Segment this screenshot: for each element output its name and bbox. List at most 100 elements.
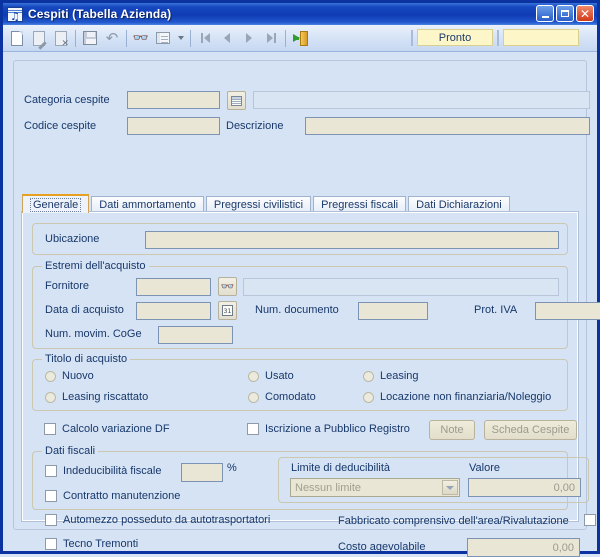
find-icon[interactable]: 👓: [130, 27, 152, 49]
costo-agevolabile-input[interactable]: 0,00: [467, 538, 580, 557]
first-record-icon[interactable]: [194, 27, 216, 49]
tab-dati-dichiarazioni[interactable]: Dati Dichiarazioni: [408, 196, 510, 213]
radio-locazione-noleggio[interactable]: Locazione non finanziaria/Noleggio: [363, 391, 551, 403]
previous-record-icon[interactable]: [216, 27, 238, 49]
status-ready-field: Pronto: [417, 29, 493, 46]
tab-pregressi-civilistici-label: Pregressi civilistici: [213, 199, 304, 211]
checkbox-contratto-manutenzione-indicator: [45, 490, 57, 502]
radio-locazione-noleggio-indicator: [363, 391, 374, 403]
estremi-acquisto-title: Estremi dell'acquisto: [42, 260, 149, 272]
num-documento-label: Num. documento: [255, 304, 339, 316]
num-movim-coge-label: Num. movim. CoGe: [45, 328, 142, 340]
codice-cespite-label: Codice cespite: [24, 120, 97, 132]
checkbox-contratto-manutenzione-label: Contratto manutenzione: [63, 490, 181, 502]
checkbox-calcolo-variazione-df[interactable]: Calcolo variazione DF: [44, 423, 170, 435]
checkbox-iscrizione-pubblico-registro[interactable]: Iscrizione a Pubblico Registro: [247, 423, 410, 435]
percent-symbol: %: [227, 462, 237, 474]
limite-deducibilita-label: Limite di deducibilità: [291, 462, 391, 474]
radio-usato-indicator: [248, 370, 259, 382]
grid-lookup-icon: [231, 95, 242, 106]
ubicazione-input[interactable]: [145, 231, 559, 249]
radio-locazione-noleggio-label: Locazione non finanziaria/Noleggio: [380, 391, 552, 403]
binoculars-icon: 👓: [220, 280, 235, 293]
categoria-lookup-button[interactable]: [227, 91, 246, 110]
costo-agevolabile-label: Costo agevolabile: [338, 541, 426, 553]
checkbox-calcolo-variazione-df-label: Calcolo variazione DF: [62, 423, 170, 435]
fornitore-lookup-button[interactable]: 👓: [218, 277, 237, 296]
tab-dati-ammortamento-label: Dati ammortamento: [99, 199, 196, 211]
data-acquisto-input[interactable]: [136, 302, 211, 320]
num-movim-coge-input[interactable]: [158, 326, 233, 344]
edit-document-icon[interactable]: [28, 27, 50, 49]
undo-icon[interactable]: ↶: [101, 27, 123, 49]
num-documento-input[interactable]: [358, 302, 428, 320]
tab-dati-ammortamento[interactable]: Dati ammortamento: [91, 196, 204, 213]
radio-nuovo[interactable]: Nuovo: [45, 370, 94, 382]
tab-generale[interactable]: Generale: [22, 194, 90, 213]
table-music-icon: ♫: [7, 6, 23, 22]
close-button[interactable]: ✕: [576, 5, 594, 22]
exit-icon[interactable]: [289, 27, 311, 49]
checkbox-contratto-manutenzione[interactable]: Contratto manutenzione: [45, 490, 180, 502]
minimize-button[interactable]: [536, 5, 554, 22]
form-panel: Categoria cespite Codice cespite Descriz…: [13, 60, 600, 557]
radio-comodato[interactable]: Comodato: [248, 391, 316, 403]
new-document-icon[interactable]: [6, 27, 28, 49]
status-separator: [411, 29, 413, 46]
radio-leasing-riscattato-indicator: [45, 391, 56, 403]
radio-leasing-label: Leasing: [380, 370, 419, 382]
tab-pregressi-civilistici[interactable]: Pregressi civilistici: [205, 196, 312, 213]
maximize-button[interactable]: [556, 5, 574, 22]
descrizione-label: Descrizione: [226, 120, 284, 132]
categoria-cespite-input[interactable]: [127, 91, 220, 109]
indeducibilita-fiscale-input[interactable]: [181, 463, 223, 482]
data-acquisto-label: Data di acquisto: [45, 304, 124, 316]
chevron-down-icon[interactable]: [442, 480, 458, 495]
toolbar-separator: [190, 29, 191, 47]
tab-page-generale: Ubicazione Estremi dell'acquisto Fornito…: [21, 211, 600, 557]
list-view-icon[interactable]: [152, 27, 174, 49]
radio-comodato-indicator: [248, 391, 259, 403]
estremi-acquisto-group: Estremi dell'acquisto Fornitore 👓 Data d…: [32, 260, 600, 349]
prot-iva-input[interactable]: [535, 302, 600, 320]
radio-usato[interactable]: Usato: [248, 370, 294, 382]
checkbox-automezzo-autotrasportatori-label: Automezzo posseduto da autotrasportatori: [63, 514, 271, 526]
fornitore-descrizione-display: [243, 278, 559, 296]
application-window: ♫ Cespiti (Tabella Azienda) ✕ ↶ 👓: [0, 0, 600, 557]
window-controls: ✕: [536, 5, 594, 22]
last-record-icon[interactable]: [260, 27, 282, 49]
codice-cespite-input[interactable]: [127, 117, 220, 135]
dropdown-caret-icon[interactable]: [174, 27, 187, 49]
ubicazione-label: Ubicazione: [45, 233, 100, 245]
data-acquisto-calendar-button[interactable]: 31: [218, 301, 237, 320]
status-separator: [497, 29, 499, 46]
checkbox-automezzo-autotrasportatori[interactable]: Automezzo posseduto da autotrasportatori: [45, 514, 270, 526]
limite-deducibilita-select[interactable]: Nessun limite: [290, 478, 460, 497]
descrizione-input[interactable]: [305, 117, 590, 135]
checkbox-tecno-tremonti[interactable]: Tecno Tremonti: [45, 538, 138, 550]
categoria-descrizione-display: [253, 91, 590, 109]
tab-strip: Generale Dati ammortamento Pregressi civ…: [22, 194, 578, 213]
checkbox-iscrizione-pubblico-registro-indicator: [247, 423, 259, 435]
checkbox-calcolo-variazione-df-indicator: [44, 423, 56, 435]
radio-leasing-riscattato[interactable]: Leasing riscattato: [45, 391, 148, 403]
scheda-cespite-button[interactable]: Scheda Cespite: [484, 420, 577, 440]
checkbox-indeducibilita-fiscale[interactable]: Indeducibilità fiscale: [45, 465, 161, 477]
calendar-icon: 31: [222, 305, 233, 316]
radio-leasing-riscattato-label: Leasing riscattato: [62, 391, 149, 403]
radio-nuovo-label: Nuovo: [62, 370, 94, 382]
fornitore-input[interactable]: [136, 278, 211, 296]
delete-document-icon[interactable]: [50, 27, 72, 49]
tab-generale-label: Generale: [30, 197, 82, 212]
prot-iva-label: Prot. IVA: [474, 304, 518, 316]
checkbox-fabbricato-comprensivo[interactable]: [584, 514, 596, 526]
tab-pregressi-fiscali[interactable]: Pregressi fiscali: [313, 196, 407, 213]
valore-label: Valore: [469, 462, 500, 474]
next-record-icon[interactable]: [238, 27, 260, 49]
checkbox-indeducibilita-fiscale-indicator: [45, 465, 57, 477]
checkbox-automezzo-autotrasportatori-indicator: [45, 514, 57, 526]
note-button[interactable]: Note: [429, 420, 475, 440]
valore-input[interactable]: 0,00: [468, 478, 581, 497]
radio-leasing[interactable]: Leasing: [363, 370, 419, 382]
save-icon[interactable]: [79, 27, 101, 49]
